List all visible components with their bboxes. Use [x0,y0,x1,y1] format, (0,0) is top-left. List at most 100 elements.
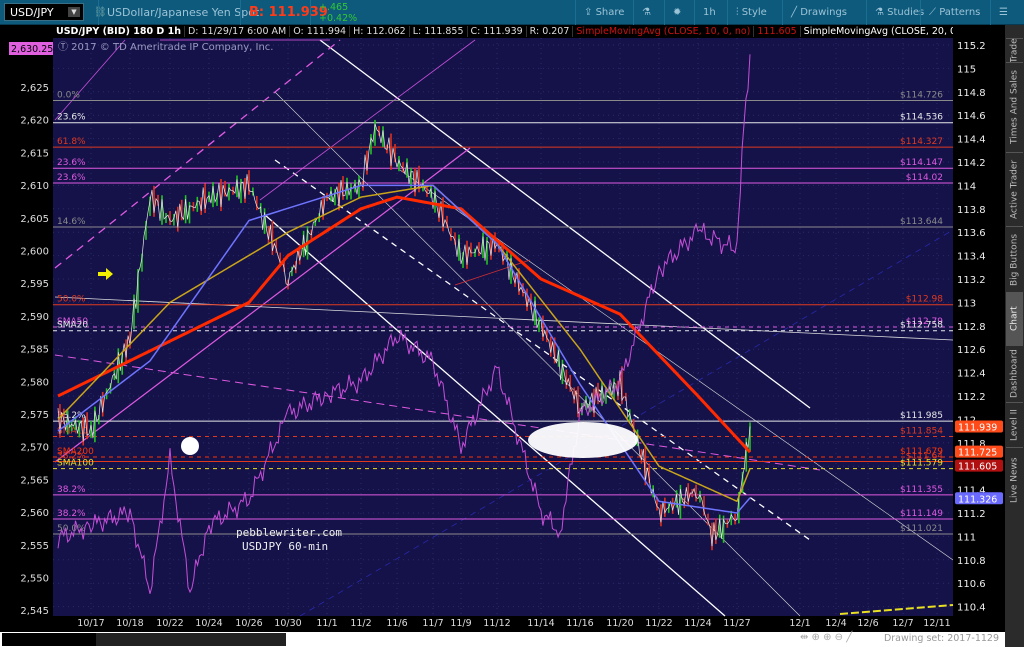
side-tab-chart[interactable]: Chart [1006,292,1023,345]
right-axis-tick: 110.8 [957,556,986,567]
side-tab-dashboard[interactable]: Dashboard [1006,345,1023,402]
right-axis-tick: 113.6 [957,228,986,239]
price-badge-value: 111.725 [958,448,997,459]
x-axis-tick: 11/12 [483,618,510,629]
x-axis-tick: 11/27 [723,618,750,629]
left-axis-tick: 2,545 [20,606,49,617]
right-axis-tick: 114.8 [957,88,986,99]
x-axis-tick: 11/24 [684,618,711,629]
level-label: 50.0% [57,295,86,305]
right-axis-tick: 113.2 [957,275,986,286]
level-value: $114.02 [906,173,943,183]
side-tab-trade[interactable]: Trade [1006,38,1023,63]
left-axis-tick: 2,585 [20,345,49,356]
level-value: $111.149 [900,509,943,519]
right-axis-tick: 112.8 [957,322,986,333]
left-axis-tick: 2,555 [20,541,49,552]
x-axis-tick: 10/22 [156,618,183,629]
x-axis-tick: 12/1 [789,618,810,629]
spx-badge-value: 2,630.25 [11,44,53,55]
side-tab-active-trader[interactable]: Active Trader [1006,152,1023,226]
left-axis-tick: 2,550 [20,574,49,585]
highlight-ellipse [528,422,638,458]
left-axis-tick: 2,615 [20,148,49,159]
left-axis-tick: 2,605 [20,214,49,225]
level-value: $114.536 [900,113,943,123]
x-axis-tick: 10/26 [235,618,262,629]
scrollbar-thumb[interactable] [96,633,286,646]
level-value: $111.021 [900,524,943,534]
right-axis-tick: 110.4 [957,603,986,614]
left-axis-tick: 2,595 [20,279,49,290]
x-axis-tick: 12/7 [892,618,913,629]
highlight-circle [181,437,199,455]
price-badge-value: 111.939 [958,423,997,434]
x-axis-tick: 11/2 [350,618,371,629]
left-axis-tick: 2,620 [20,116,49,127]
x-axis-tick: 11/1 [316,618,337,629]
right-axis-tick: 114.2 [957,158,986,169]
level-value: $111.355 [900,485,943,495]
left-axis-tick: 2,625 [20,83,49,94]
price-chart[interactable]: 115.2 115 114.8 114.6 114.4 114.2 114 113.8 113.… [0,0,1005,630]
x-axis-tick: 10/17 [77,618,104,629]
left-axis-tick: 2,565 [20,475,49,486]
right-axis-tick: 111.2 [957,509,986,520]
x-axis-tick: 11/7 [422,618,443,629]
level-value: $111.579 [900,459,943,469]
x-axis-tick: 10/30 [274,618,301,629]
x-axis-tick: 12/6 [857,618,878,629]
right-axis-tick: 112.2 [957,392,986,403]
level-label: 38.2% [57,485,86,495]
x-axis-tick: 11/22 [645,618,672,629]
x-axis-tick: 11/9 [450,618,471,629]
level-value: $114.147 [900,158,943,168]
left-axis-tick: 2,560 [20,508,49,519]
level-label: 23.6% [57,173,86,183]
x-axis-tick: 10/18 [116,618,143,629]
right-axis-tick: 112.6 [957,345,986,356]
right-axis-tick: 114 [957,181,976,192]
right-axis-tick: 110.6 [957,579,986,590]
price-badge-value: 111.605 [958,462,997,473]
bottom-bar: ⇹ ⊕ ⊕ ⊖ ╱ Drawing set: 2017-1129 [0,630,1005,647]
x-axis-tick: 10/24 [195,618,222,629]
zoom-icons[interactable]: ⇹ ⊕ ⊕ ⊖ ╱ [800,632,852,643]
x-axis-tick: 12/4 [825,618,846,629]
level-label: SMA100 [57,459,94,469]
level-value: $112.758 [900,321,943,331]
chart-annotation: USDJPY 60-min [242,540,328,553]
left-axis-tick: 2,600 [20,247,49,258]
x-axis-tick: 11/16 [566,618,593,629]
x-axis-tick: 12/11 [923,618,950,629]
level-label: 14.6% [57,217,86,227]
right-axis-tick: 113.8 [957,205,986,216]
drawing-set[interactable]: Drawing set: 2017-1129 [884,633,999,644]
level-value: $114.327 [900,137,943,147]
x-axis-tick: 11/6 [386,618,407,629]
right-axis-tick: 115.2 [957,41,986,52]
side-tab-big-buttons[interactable]: Big Buttons [1006,226,1023,292]
left-axis-tick: 2,580 [20,377,49,388]
level-value: $111.854 [900,426,943,436]
right-axis-tick: 115 [957,64,976,75]
left-axis-tick: 2,610 [20,181,49,192]
level-label: 23.6% [57,113,86,123]
level-label: 61.8% [57,137,86,147]
right-axis-tick: 113 [957,298,976,309]
right-axis-tick: 112.4 [957,369,986,380]
side-tabs: Trade Times And Sales Active Trader Big But… [1005,25,1024,647]
side-tab-times-and-sales[interactable]: Times And Sales [1006,62,1023,152]
level-label: 0.0% [57,90,80,100]
side-tab-level-ii[interactable]: Level II [1006,402,1023,447]
chart-annotation: pebblewriter.com [236,526,342,539]
right-axis-tick: 113.4 [957,252,986,263]
level-label: 23.6% [57,158,86,168]
right-axis-tick: 111 [957,532,976,543]
level-value: $111.985 [900,411,943,421]
price-badge-value: 111.326 [958,494,997,505]
side-tab-live-news[interactable]: Live News [1006,447,1023,512]
left-axis-tick: 2,590 [20,312,49,323]
right-axis-tick: 114.4 [957,135,986,146]
level-label: SMA20 [57,321,88,331]
